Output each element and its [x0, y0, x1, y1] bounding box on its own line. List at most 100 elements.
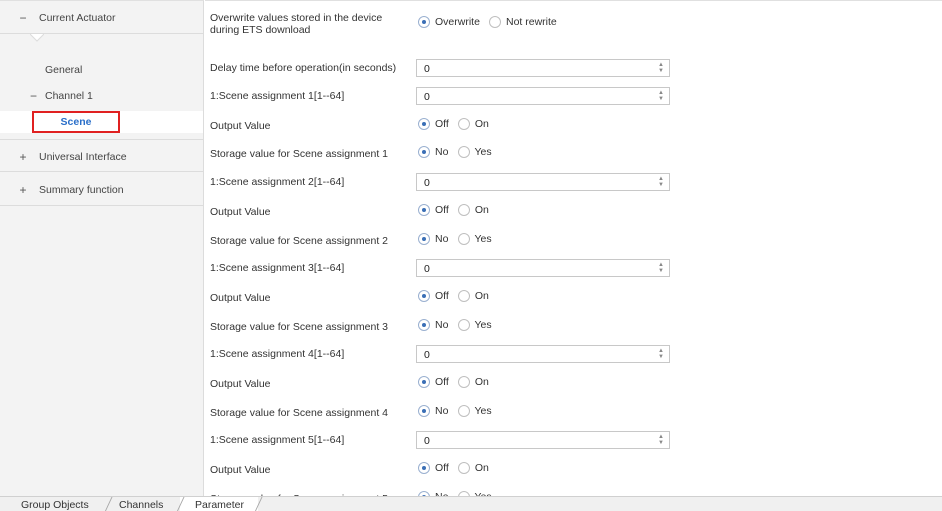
param-label: Storage value for Scene assignment 3: [210, 320, 389, 333]
scene-number-input[interactable]: 0 ▲ ▼: [416, 345, 670, 364]
storage-radio-group: No Yes: [418, 232, 498, 248]
tree-item-summary-function[interactable]: + Summary function: [0, 173, 203, 206]
radio-off[interactable]: Off: [418, 203, 449, 216]
radio-checked-icon[interactable]: [418, 404, 430, 417]
radio-checked-icon[interactable]: [418, 462, 430, 475]
radio-on[interactable]: On: [457, 376, 489, 388]
radio-checked-icon[interactable]: [418, 16, 430, 28]
param-label: Storage value for Scene assignment 2: [210, 234, 389, 247]
param-row-delay: Delay time before operation(in seconds) …: [205, 56, 942, 78]
radio-no[interactable]: No: [418, 146, 448, 159]
tree-item-general[interactable]: General: [0, 57, 203, 83]
param-label: 1:Scene assignment 5[1--64]: [210, 434, 345, 447]
param-label: Output Value: [210, 378, 271, 390]
tree-item-label: Channel 1: [45, 90, 93, 102]
spinner-icon[interactable]: ▲ ▼: [657, 62, 665, 74]
radio-on[interactable]: On: [457, 462, 489, 475]
radio-yes[interactable]: Yes: [457, 232, 492, 245]
radio-checked-icon[interactable]: [418, 232, 430, 245]
param-label: Overwrite values stored in the device du…: [210, 12, 382, 36]
param-row-output-value: Output Value Off On: [205, 286, 942, 308]
radio-yes[interactable]: Yes: [457, 404, 492, 417]
selected-item-highlight[interactable]: Scene: [32, 111, 120, 133]
radio-unchecked-icon[interactable]: [457, 203, 470, 216]
radio-no[interactable]: No: [418, 318, 448, 331]
radio-overwrite[interactable]: Overwrite: [418, 16, 480, 28]
radio-unchecked-icon[interactable]: [457, 318, 470, 331]
radio-off[interactable]: Off: [418, 376, 449, 388]
param-row-scene-assignment: 1:Scene assignment 5[1--64] 0 ▲ ▼: [205, 429, 942, 451]
radio-checked-icon[interactable]: [418, 376, 430, 388]
tree-item-channel-1[interactable]: − Channel 1: [0, 83, 203, 109]
scene-number-input[interactable]: 0 ▲ ▼: [416, 173, 670, 192]
radio-label: No: [435, 404, 449, 417]
storage-radio-group: No Yes: [418, 146, 498, 161]
radio-unchecked-icon[interactable]: [457, 376, 470, 388]
parameter-tree: − Current Actuator General − Channel 1 S…: [0, 0, 204, 496]
spinner-icon[interactable]: ▲ ▼: [657, 348, 665, 360]
radio-yes[interactable]: Yes: [457, 318, 492, 331]
spinner-icon[interactable]: ▲ ▼: [657, 90, 665, 102]
tree-item-current-actuator[interactable]: − Current Actuator: [0, 1, 203, 42]
radio-checked-icon[interactable]: [418, 318, 430, 331]
output-radio-group: Off On: [418, 203, 495, 219]
spinner-icon[interactable]: ▲ ▼: [657, 434, 665, 446]
scene-number-input[interactable]: 0 ▲ ▼: [416, 431, 670, 450]
radio-unchecked-icon[interactable]: [457, 146, 470, 159]
input-value: 0: [424, 63, 430, 75]
radio-label: Off: [435, 289, 449, 302]
radio-on[interactable]: On: [457, 289, 489, 302]
radio-label: On: [474, 117, 489, 130]
tab-group-objects[interactable]: Group Objects: [21, 499, 89, 511]
param-row-storage-value: Storage value for Scene assignment 4 No …: [205, 401, 942, 423]
tab-parameter[interactable]: Parameter: [195, 499, 244, 511]
radio-unchecked-icon[interactable]: [457, 232, 470, 245]
param-label: Storage value for Scene assignment 4: [210, 406, 389, 419]
param-row-output-value: Output Value Off On: [205, 372, 942, 394]
param-label: Storage value for Scene assignment 1: [210, 148, 389, 161]
output-radio-group: Off On: [418, 289, 495, 305]
radio-no[interactable]: No: [418, 232, 448, 245]
radio-off[interactable]: Off: [418, 462, 449, 475]
param-label-line2: during ETS download: [210, 24, 311, 36]
spinner-icon[interactable]: ▲ ▼: [657, 262, 665, 274]
radio-yes[interactable]: Yes: [457, 146, 492, 159]
radio-no[interactable]: No: [418, 404, 449, 417]
radio-on[interactable]: On: [457, 117, 489, 130]
input-value: 0: [424, 435, 430, 448]
radio-label: Yes: [474, 404, 492, 417]
radio-checked-icon[interactable]: [418, 289, 430, 302]
radio-off[interactable]: Off: [418, 117, 449, 130]
spinner-icon[interactable]: ▲ ▼: [657, 176, 665, 188]
collapse-icon[interactable]: −: [30, 89, 37, 103]
radio-checked-icon[interactable]: [418, 146, 430, 159]
radio-off[interactable]: Off: [418, 289, 449, 302]
expand-icon[interactable]: +: [18, 150, 28, 164]
expand-icon[interactable]: +: [18, 183, 28, 197]
radio-label: Not rewrite: [506, 16, 557, 28]
radio-on[interactable]: On: [457, 203, 489, 216]
input-value: 0: [424, 349, 430, 362]
param-label: 1:Scene assignment 2[1--64]: [210, 176, 345, 189]
radio-checked-icon[interactable]: [418, 117, 430, 130]
radio-label: Off: [435, 203, 449, 216]
param-label: Output Value: [210, 119, 271, 132]
radio-unchecked-icon[interactable]: [489, 16, 501, 28]
radio-not-rewrite[interactable]: Not rewrite: [489, 16, 557, 28]
scene-number-input[interactable]: 0 ▲ ▼: [416, 259, 670, 278]
radio-unchecked-icon[interactable]: [457, 462, 470, 475]
radio-unchecked-icon[interactable]: [457, 289, 470, 302]
tree-item-scene[interactable]: Scene: [0, 111, 203, 133]
storage-radio-group: No Yes: [418, 404, 498, 420]
overwrite-radio-group: Overwrite Not rewrite: [418, 16, 563, 31]
tab-separator: [104, 497, 113, 511]
delay-number-input[interactable]: 0 ▲ ▼: [416, 59, 670, 77]
scene-number-input[interactable]: 0 ▲ ▼: [416, 87, 670, 105]
collapse-icon[interactable]: −: [18, 11, 28, 25]
tree-item-universal-interface[interactable]: + Universal Interface: [0, 139, 203, 172]
radio-unchecked-icon[interactable]: [457, 404, 470, 417]
tab-channels[interactable]: Channels: [119, 499, 163, 511]
input-value: 0: [424, 91, 430, 103]
radio-checked-icon[interactable]: [418, 203, 430, 216]
radio-unchecked-icon[interactable]: [457, 117, 470, 130]
